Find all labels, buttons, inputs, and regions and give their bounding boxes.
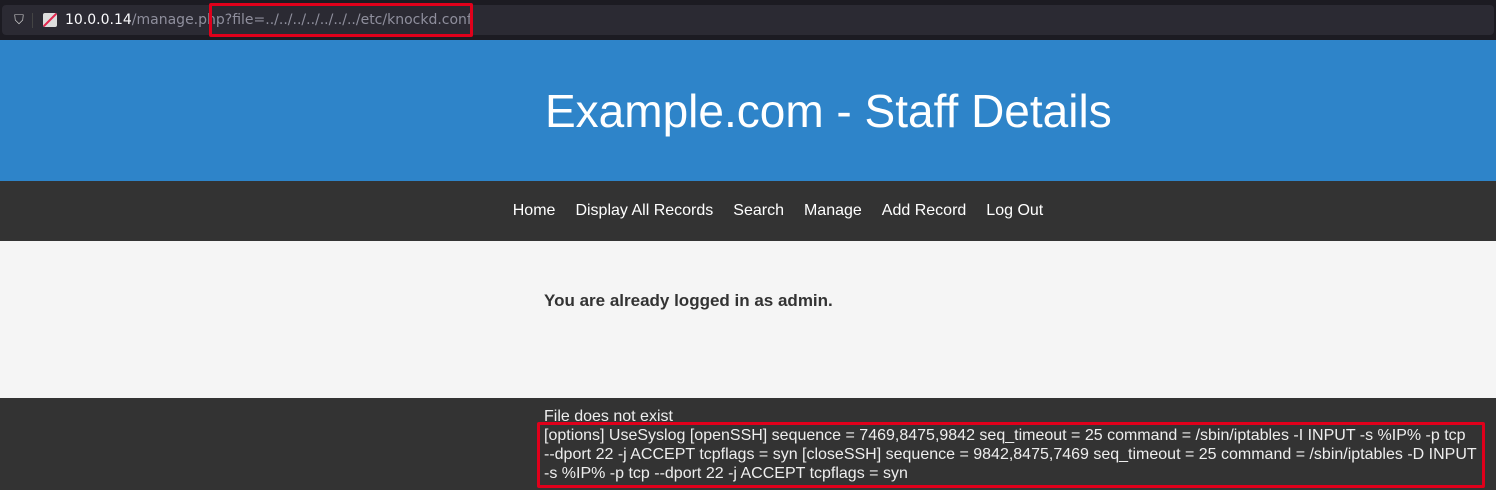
browser-toolbar: ⛉ 10.0.0.14/manage.php?file=../../../../… xyxy=(0,0,1496,40)
nav-add-record[interactable]: Add Record xyxy=(872,202,977,220)
main-content: You are already logged in as admin. xyxy=(0,241,1496,398)
nav-manage[interactable]: Manage xyxy=(794,202,872,220)
nav-log-out[interactable]: Log Out xyxy=(976,202,1053,220)
nav-display-all-records[interactable]: Display All Records xyxy=(565,202,723,220)
shield-icon[interactable]: ⛉ xyxy=(6,12,33,28)
site-header: Example.com - Staff Details xyxy=(0,40,1496,181)
nav-home[interactable]: Home xyxy=(503,202,566,220)
content-highlight-box xyxy=(537,422,1485,488)
nav-bar: Home Display All Records Search Manage A… xyxy=(0,181,1496,241)
login-message: You are already logged in as admin. xyxy=(544,291,833,310)
url-host: 10.0.0.14 xyxy=(65,12,132,28)
page-title: Example.com - Staff Details xyxy=(545,85,1112,137)
insecure-lock-icon[interactable] xyxy=(43,13,57,27)
url-highlight-box xyxy=(209,3,473,37)
nav-search[interactable]: Search xyxy=(723,202,794,220)
